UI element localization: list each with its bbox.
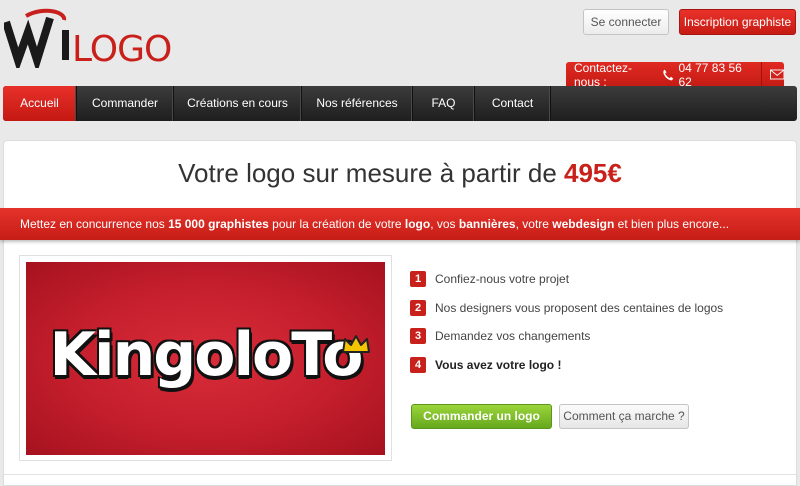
step-text: Nos designers vous proposent des centain… xyxy=(435,300,724,315)
contact-separator xyxy=(760,62,762,87)
main-nav: Accueil Commander Créations en cours Nos… xyxy=(3,86,797,121)
step-text: Demandez vos changements xyxy=(435,329,591,343)
order-logo-button[interactable]: Commander un logo xyxy=(411,404,552,429)
contact-label: Contactez-nous : xyxy=(574,60,633,89)
ribbon-highlight-banners: bannières xyxy=(458,217,516,231)
step-item: 3 Demandez vos changements xyxy=(410,327,723,345)
ribbon-text-3: , vos xyxy=(430,217,459,231)
login-button[interactable]: Se connecter xyxy=(583,9,669,35)
nav-item-accueil[interactable]: Accueil xyxy=(3,86,77,121)
designer-signup-button[interactable]: Inscription graphiste xyxy=(679,9,796,35)
logo-wordmark: LOGO xyxy=(72,29,171,68)
step-item: 2 Nos designers vous proposent des centa… xyxy=(410,299,723,317)
step-item: 1 Confiez-nous votre projet xyxy=(410,270,723,288)
nav-item-creations[interactable]: Créations en cours xyxy=(174,86,302,121)
step-number-badge: 3 xyxy=(410,328,426,344)
step-number-badge: 4 xyxy=(410,356,426,373)
contact-bar: Contactez-nous : 04 77 83 56 62 xyxy=(566,60,784,89)
nav-item-faq[interactable]: FAQ xyxy=(413,86,475,121)
step-text: Vous avez votre logo ! xyxy=(435,357,562,372)
steps-list: 1 Confiez-nous votre projet 2 Nos design… xyxy=(410,270,723,384)
ribbon-text-4: , votre xyxy=(515,217,553,231)
ribbon-highlight-designers: 15 000 graphistes xyxy=(168,217,269,231)
showcase-image[interactable]: KingoloTo xyxy=(26,262,385,455)
headline-text: Votre logo sur mesure à partir de xyxy=(178,158,557,188)
ribbon-highlight-logo: logo xyxy=(404,217,431,231)
site-header: LOGO Se connecter Inscription graphiste … xyxy=(0,0,800,89)
showcase-frame: KingoloTo xyxy=(19,255,392,461)
step-item: 4 Vous avez votre logo ! xyxy=(410,356,723,374)
step-number-badge: 1 xyxy=(410,271,426,287)
how-it-works-button[interactable]: Comment ça marche ? xyxy=(559,404,689,429)
step-text: Confiez-nous votre projet xyxy=(435,272,570,286)
wilogo-logo[interactable]: LOGO xyxy=(4,8,214,68)
promo-ribbon: Mettez en concurrence nos 15 000 graphis… xyxy=(0,208,800,240)
crown-icon xyxy=(342,335,370,353)
ribbon-text-1: Mettez en concurrence nos xyxy=(20,217,169,231)
nav-item-contact[interactable]: Contact xyxy=(475,86,551,121)
nav-item-commander[interactable]: Commander xyxy=(77,86,174,121)
page-headline: Votre logo sur mesure à partir de 495€ xyxy=(0,158,800,189)
phone-number[interactable]: 04 77 83 56 62 xyxy=(678,61,750,89)
nav-item-references[interactable]: Nos références xyxy=(302,86,413,121)
ribbon-text-2: pour la création de votre xyxy=(268,217,405,231)
phone-icon xyxy=(663,69,674,80)
ribbon-highlight-webdesign: webdesign xyxy=(552,217,615,231)
step-number-badge: 2 xyxy=(410,299,426,316)
section-divider xyxy=(4,474,796,475)
mail-icon[interactable] xyxy=(769,69,784,80)
headline-price: 495€ xyxy=(564,158,622,188)
ribbon-text-5: et bien plus encore... xyxy=(614,217,730,231)
showcase-logo-text: KingoloTo xyxy=(49,320,364,390)
